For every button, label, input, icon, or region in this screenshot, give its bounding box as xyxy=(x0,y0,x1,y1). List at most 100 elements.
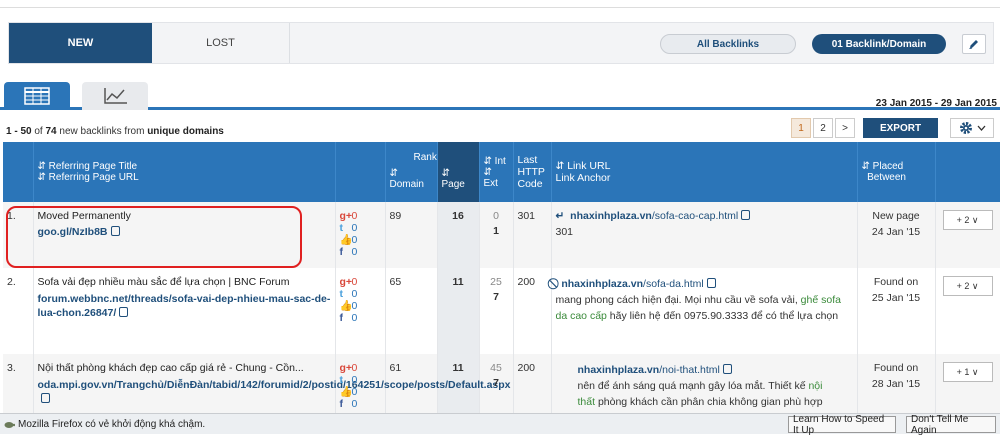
date-range: 23 Jan 2015 - 29 Jan 2015 xyxy=(875,98,997,109)
placed-between: New page 24 Jan '15 xyxy=(857,202,936,268)
table-icon xyxy=(24,87,50,105)
rank-page-header[interactable]: ⇵ Page xyxy=(437,142,480,202)
link-url-cell: nhaxinhplaza.vn/noi-that.html nên để ánh… xyxy=(551,354,858,420)
placed-between-header[interactable]: ⇵ Placed Between xyxy=(857,142,936,202)
referring-page-header[interactable]: ⇵ Referring Page Title ⇵ Referring Page U… xyxy=(33,142,336,202)
facebook-icon: f xyxy=(339,246,344,258)
table-row: 2. Sofa vải đẹp nhiều màu sắc để lựa chọ… xyxy=(3,268,1000,354)
table-view-tab[interactable] xyxy=(4,82,70,110)
link-url-cell: ↵ nhaxinhplaza.vn/sofa-cao-cap.html 301 xyxy=(551,202,858,268)
placed-between: Found on 28 Jan '15 xyxy=(857,354,936,420)
actions-cell: + 2 ∨ xyxy=(935,268,1000,354)
like-icon: 👍 xyxy=(339,300,353,312)
http-code: 301 xyxy=(513,202,552,268)
copy-icon[interactable] xyxy=(110,226,120,236)
referring-page-cell: Moved Permanently goo.gl/NzIb8B xyxy=(33,202,336,268)
twitter-icon: t xyxy=(339,374,344,386)
notification-message: Mozilla Firefox có vẻ khởi động khá chậm… xyxy=(18,418,206,430)
row-index: 3. xyxy=(3,354,34,420)
link-url[interactable]: nhaxinhplaza.vn/sofa-cao-cap.html xyxy=(570,210,738,222)
page-1-button[interactable]: 1 xyxy=(791,118,811,138)
http-code: 200 xyxy=(513,354,552,420)
int-ext-counts: 01 xyxy=(479,202,514,268)
all-backlinks-button[interactable]: All Backlinks xyxy=(660,34,796,54)
google-plus-icon: g+ xyxy=(339,362,353,374)
chevron-down-icon xyxy=(977,125,985,131)
http-code-header[interactable]: Last HTTP Code xyxy=(513,142,552,202)
tab-new[interactable]: NEW xyxy=(9,23,152,63)
twitter-icon: t xyxy=(339,222,344,234)
speed-up-button[interactable]: Learn How to Speed It Up xyxy=(788,414,896,436)
link-url[interactable]: nhaxinhplaza.vn/noi-that.html xyxy=(578,364,720,376)
rank-label: Rank xyxy=(413,152,437,163)
rank-domain-header[interactable]: Rank ⇵ Domain xyxy=(385,142,438,202)
tab-lost[interactable]: LOST xyxy=(152,23,290,63)
more-links-dropdown[interactable]: + 2 ∨ xyxy=(942,210,993,230)
google-plus-icon: g+ xyxy=(339,210,353,222)
turtle-icon xyxy=(4,422,15,428)
facebook-icon: f xyxy=(339,398,344,410)
actions-header xyxy=(935,142,1000,202)
gear-icon xyxy=(959,122,972,134)
dismiss-button[interactable]: Don't Tell Me Again xyxy=(906,414,996,436)
redirect-icon: ↵ xyxy=(555,210,565,222)
browser-notification-bar: Mozilla Firefox có vẻ khởi động khá chậm… xyxy=(0,413,1000,436)
table-row: 1. Moved Permanently goo.gl/NzIb8B g+0 t… xyxy=(3,202,1000,268)
referring-page-cell: Sofa vải đẹp nhiều màu sắc để lựa chọn |… xyxy=(33,268,336,354)
page-2-button[interactable]: 2 xyxy=(813,118,833,138)
copy-icon[interactable] xyxy=(40,393,50,403)
int-ext-header[interactable]: ⇵ Int ⇵ Ext xyxy=(479,142,514,202)
http-code: 200 xyxy=(513,268,552,354)
copy-icon[interactable] xyxy=(706,278,716,288)
more-links-dropdown[interactable]: + 1 ∨ xyxy=(942,362,993,382)
backlinks-table: ⇵ Referring Page Title ⇵ Referring Page U… xyxy=(3,142,1000,420)
referring-url-link[interactable]: goo.gl/NzIb8B xyxy=(38,226,108,238)
row-index: 1. xyxy=(3,202,34,268)
referring-url-link[interactable]: oda.mpi.gov.vn/Trangchủ/DiễnĐàn/tabid/14… xyxy=(38,379,511,391)
pagination: 1 2 > xyxy=(789,118,855,138)
google-plus-icon: g+ xyxy=(339,276,353,288)
page-title: Nội thất phòng khách đẹp cao cấp giá rẻ … xyxy=(37,362,304,374)
placed-between: Found on 25 Jan '15 xyxy=(857,268,936,354)
int-ext-counts: 25 7 xyxy=(479,268,514,354)
referring-url-link[interactable]: forum.webbnc.net/threads/sofa-vai-dep-nh… xyxy=(38,293,331,319)
referring-page-cell: Nội thất phòng khách đẹp cao cấp giá rẻ … xyxy=(33,354,511,420)
view-tabs xyxy=(0,80,1000,110)
link-url-header[interactable]: ⇵ Link URL Link Anchor xyxy=(551,142,858,202)
copy-icon[interactable] xyxy=(722,364,732,374)
page-title: Sofa vải đẹp nhiều màu sắc để lựa chọn |… xyxy=(37,276,290,288)
link-anchor: 301 xyxy=(555,226,574,238)
like-icon: 👍 xyxy=(339,386,353,398)
one-backlink-per-domain-button[interactable]: 01 Backlink/Domain xyxy=(812,34,946,54)
copy-icon[interactable] xyxy=(119,307,129,317)
index-header xyxy=(3,142,34,202)
facebook-icon: f xyxy=(339,312,344,324)
export-button[interactable]: EXPORT xyxy=(863,118,938,138)
link-anchor: nên để ánh sáng quá mạnh gây lóa mắt. Th… xyxy=(577,380,823,408)
social-counts: g+0 t0 👍0 f0 xyxy=(335,202,386,268)
domain-rank: 89 xyxy=(385,202,438,268)
toggle-bar: NEW LOST All Backlinks 01 Backlink/Domai… xyxy=(8,22,994,64)
page-title: Moved Permanently xyxy=(37,210,131,222)
like-icon: 👍 xyxy=(339,234,353,246)
pencil-icon xyxy=(969,40,978,49)
chart-view-tab[interactable] xyxy=(82,82,148,110)
next-page-button[interactable]: > xyxy=(835,118,855,138)
page-rank: 11 xyxy=(437,268,480,354)
actions-cell: + 2 ∨ xyxy=(935,202,1000,268)
more-links-dropdown[interactable]: + 2 ∨ xyxy=(942,276,993,296)
results-summary: 1 - 50 of 74 new backlinks from unique d… xyxy=(6,126,224,137)
row-index: 2. xyxy=(3,268,34,354)
edit-button[interactable] xyxy=(962,34,986,54)
link-url-cell: ⃠ nhaxinhplaza.vn/sofa-da.html mang phon… xyxy=(551,268,858,354)
line-chart-icon xyxy=(104,88,127,104)
twitter-icon: t xyxy=(339,288,344,300)
page-rank: 16 xyxy=(437,202,480,268)
copy-icon[interactable] xyxy=(741,210,751,220)
social-header xyxy=(335,142,386,202)
table-row: 3. Nội thất phòng khách đẹp cao cấp giá … xyxy=(3,354,1000,420)
social-counts: g+0 t0 👍0 f0 xyxy=(335,268,386,354)
link-url[interactable]: nhaxinhplaza.vn/sofa-da.html xyxy=(561,278,703,290)
settings-dropdown[interactable] xyxy=(950,118,994,138)
link-anchor: mang phong cách hiện đại. Mọi nhu cầu về… xyxy=(555,294,841,322)
